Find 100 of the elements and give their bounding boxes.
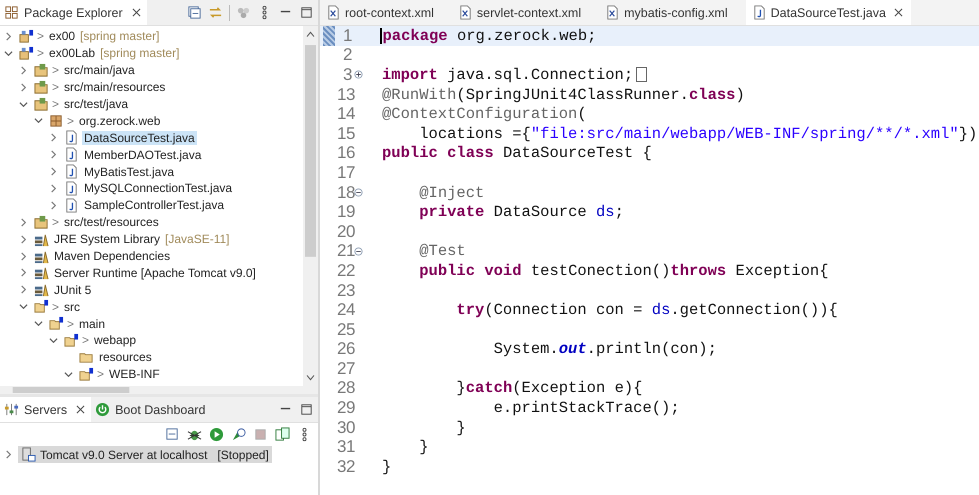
field-text: ds [596, 203, 615, 222]
code-text: DataSource [494, 203, 588, 222]
change-marker: > [67, 316, 74, 331]
publish-icon[interactable] [275, 427, 290, 442]
project-icon [19, 28, 34, 44]
text-cursor [380, 28, 382, 44]
view-tab[interactable]: Boot Dashboard [91, 397, 212, 422]
tree-item[interactable]: src/test/resources [62, 215, 161, 230]
close-icon[interactable] [894, 8, 903, 17]
code-text: java.sql.Connection; [447, 66, 634, 84]
annotation-text: @Test [419, 242, 466, 260]
library-icon [34, 265, 49, 280]
tree-item[interactable]: ex00Lab [47, 46, 98, 60]
server-item[interactable]: Tomcat v9.0 Server at localhost [Stopped] [18, 446, 272, 463]
source-folder-icon [34, 62, 49, 78]
static-field-text: out [558, 340, 587, 358]
tree-item[interactable]: Server Runtime [Apache Tomcat v9.0] [52, 266, 258, 280]
keyword-text: public void [419, 262, 522, 280]
collapse-fold-icon[interactable] [354, 246, 363, 256]
code-text: System. [494, 340, 559, 358]
keyword-text: import [382, 66, 438, 84]
tree-item[interactable]: resources [97, 350, 154, 364]
close-icon[interactable] [132, 8, 141, 17]
profile-icon[interactable] [231, 427, 246, 442]
maximize-icon[interactable] [299, 402, 314, 417]
java-file-icon [64, 180, 79, 196]
source-folder-icon [34, 214, 49, 230]
xml-file-icon [458, 5, 473, 20]
tree-item[interactable]: main [77, 316, 108, 331]
servers-icon [4, 402, 19, 417]
code-text: ( [577, 105, 587, 124]
view-tab[interactable]: Package Explorer [0, 0, 147, 25]
run-icon[interactable] [209, 427, 224, 442]
tree-item[interactable]: src [62, 300, 82, 314]
editor-tab[interactable]: mybatis-config.xml [599, 0, 746, 25]
code-text: }) [958, 124, 978, 143]
collapse-fold-icon[interactable] [354, 188, 363, 198]
code-text: } [456, 418, 466, 437]
keyword-text: throws [670, 262, 726, 280]
horizontal-scrollbar[interactable] [0, 386, 318, 394]
folder-icon [49, 316, 64, 332]
folder-icon [34, 299, 49, 314]
tree-item[interactable]: SampleControllerTest.java [82, 198, 226, 212]
keyword-text: package [382, 26, 448, 45]
collapse-all-icon[interactable] [165, 427, 180, 442]
change-marker: > [52, 300, 60, 314]
tree-item-decoration: [spring master] [80, 29, 160, 44]
folded-code-marker[interactable] [636, 67, 648, 82]
editor-tab[interactable]: servlet-context.xml [452, 0, 600, 25]
package-icon [49, 113, 64, 128]
field-text: ds [652, 301, 670, 320]
tree-item[interactable]: Maven Dependencies [52, 249, 172, 264]
annotation-text: @RunWith [382, 86, 456, 104]
power-icon [95, 402, 110, 417]
expand-fold-icon[interactable] [354, 70, 363, 80]
java-file-icon [752, 5, 767, 20]
library-icon [34, 282, 49, 298]
code-text: Exception{ [736, 262, 829, 280]
change-marker: > [37, 46, 44, 60]
tree-item[interactable]: org.zerock.web [77, 114, 162, 128]
tree-item[interactable]: JUnit 5 [52, 282, 94, 297]
tree-item[interactable]: MemberDAOTest.java [82, 148, 204, 162]
tree-item[interactable]: ex00 [47, 29, 78, 44]
change-marker: > [82, 333, 90, 348]
package-explorer-icon [4, 5, 19, 20]
scrollbar[interactable] [303, 26, 318, 386]
keyword-text: try [456, 301, 484, 320]
tree-item[interactable]: src/main/resources [62, 80, 168, 94]
tree-item[interactable]: DataSourceTest.java [82, 130, 197, 145]
code-text: } [419, 438, 429, 456]
library-icon [34, 248, 49, 264]
code-text: testConection() [530, 262, 670, 280]
tree-item[interactable]: MySQLConnectionTest.java [82, 181, 234, 196]
folder-icon [79, 366, 94, 382]
code-text: ) [735, 86, 745, 104]
tree-item[interactable]: webapp [92, 333, 138, 348]
change-marker: > [52, 63, 60, 78]
code-text: .println(con); [586, 340, 717, 358]
editor-tab[interactable]: root-context.xml [320, 0, 452, 25]
annotation-text: @ContextConfiguration [382, 105, 578, 124]
tree-item[interactable]: WEB-INF [107, 367, 162, 382]
close-icon[interactable] [76, 405, 86, 414]
tree-item[interactable]: MyBatisTest.java [82, 164, 176, 179]
code-text: org.zerock.web; [456, 26, 596, 45]
maximize-icon[interactable] [299, 5, 314, 20]
collapse-all-icon[interactable] [187, 5, 202, 20]
annotation-text: @Inject [419, 184, 484, 202]
server-name: Tomcat v9.0 Server at localhost [40, 448, 208, 462]
tree-item[interactable]: JRE System Library [52, 232, 162, 246]
tree-item[interactable]: src/main/java [62, 63, 137, 78]
code-text: .getConnection()){ [670, 301, 838, 320]
keyword-text: catch [466, 379, 512, 398]
view-tab[interactable]: Servers [0, 397, 92, 422]
code-text: (SpringJUnit4ClassRunner. [456, 86, 689, 104]
change-marker: > [97, 367, 104, 382]
line-number: 3 [342, 64, 352, 85]
source-folder-icon [34, 80, 49, 95]
editor-tab[interactable]: DataSourceTest.java [746, 0, 911, 25]
tree-item[interactable]: src/test/java [62, 97, 130, 111]
line-number: 2 [342, 45, 352, 66]
